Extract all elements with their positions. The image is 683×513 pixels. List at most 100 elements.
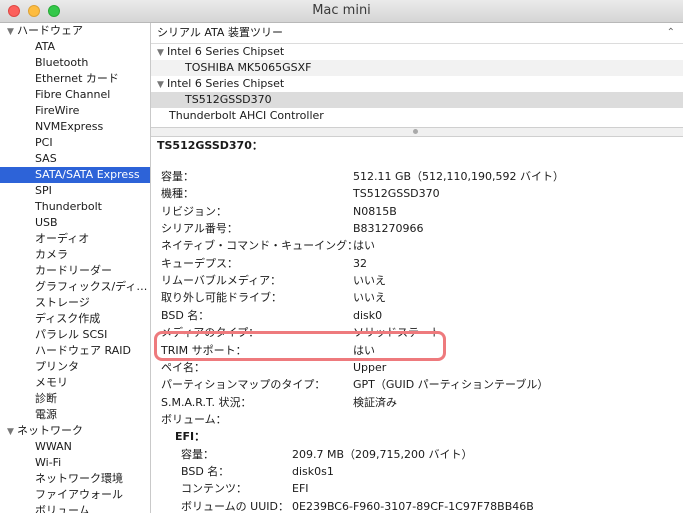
- splitter-handle-icon[interactable]: [413, 129, 418, 134]
- property-row: パーティションマップのタイプ： GPT（GUID パーティションテーブル）: [151, 376, 683, 393]
- sidebar-item[interactable]: ストレージ: [0, 295, 150, 311]
- sidebar-item[interactable]: SATA/SATA Express: [0, 167, 150, 183]
- property-key: コンテンツ：: [181, 482, 247, 496]
- property-key: メディアのタイプ：: [161, 326, 260, 340]
- sidebar-category-label: ネットワーク: [17, 424, 83, 437]
- property-value: 0E239BC6-F960-3107-89CF-1C97F78BB46B: [292, 499, 534, 513]
- property-key: ボリュームの UUID：: [181, 499, 289, 513]
- property-key: 取り外し可能ドライブ：: [161, 291, 282, 305]
- device-tree-header[interactable]: シリアル ATA 装置ツリー ⌃: [151, 23, 683, 44]
- tree-row[interactable]: ▼ Intel 6 Series Chipset: [151, 76, 683, 92]
- property-key: ネイティブ・コマンド・キューイング：: [161, 239, 359, 253]
- sidebar-item[interactable]: ハードウェア RAID: [0, 343, 150, 359]
- property-value: N0815B: [353, 204, 397, 218]
- tree-row[interactable]: TOSHIBA MK5065GSXF: [151, 60, 683, 76]
- property-row: 容量： 512.11 GB（512,110,190,592 バイト）: [151, 168, 683, 185]
- sidebar-item[interactable]: NVMExpress: [0, 119, 150, 135]
- sidebar-item[interactable]: プリンタ: [0, 359, 150, 375]
- sidebar-item[interactable]: 電源: [0, 407, 150, 423]
- property-value: TS512GSSD370: [353, 187, 440, 201]
- property-key: TRIM サポート：: [161, 343, 247, 357]
- sidebar-item[interactable]: メモリ: [0, 375, 150, 391]
- property-value: 512.11 GB（512,110,190,592 バイト）: [353, 170, 565, 183]
- tree-row-label: Thunderbolt AHCI Controller: [169, 109, 324, 122]
- sidebar-item[interactable]: Fibre Channel: [0, 87, 150, 103]
- tree-row[interactable]: ▼ Intel 6 Series Chipset: [151, 44, 683, 60]
- property-value: Upper: [353, 360, 387, 374]
- property-row: 機種： TS512GSSD370: [151, 185, 683, 202]
- tree-row-label: TOSHIBA MK5065GSXF: [185, 61, 312, 74]
- volume-name-label: EFI：: [175, 430, 206, 444]
- sidebar-item[interactable]: FireWire: [0, 103, 150, 119]
- property-key: リムーバブルメディア：: [161, 274, 282, 288]
- sidebar-item[interactable]: グラフィックス/ディ…: [0, 279, 150, 295]
- sidebar-category[interactable]: ▼ ハードウェア: [0, 23, 150, 39]
- property-row: TRIM サポート： はい: [151, 342, 683, 359]
- sidebar-item[interactable]: SAS: [0, 151, 150, 167]
- tree-row-label: Intel 6 Series Chipset: [167, 77, 285, 90]
- property-row: 取り外し可能ドライブ： いいえ: [151, 289, 683, 306]
- sidebar-item[interactable]: ATA: [0, 39, 150, 55]
- main-pane: シリアル ATA 装置ツリー ⌃ ▼ Intel 6 Series Chipset…: [151, 23, 683, 513]
- property-row: ペイ名： Upper: [151, 359, 683, 376]
- property-value: はい: [353, 239, 375, 253]
- chevron-up-icon[interactable]: ⌃: [667, 23, 675, 43]
- property-key: 機種：: [161, 187, 194, 201]
- property-value: 検証済み: [353, 395, 397, 409]
- property-key: パーティションマップのタイプ：: [161, 378, 326, 392]
- sidebar-category[interactable]: ▼ ネットワーク: [0, 423, 150, 439]
- volume-name: EFI：: [151, 428, 683, 445]
- property-value: いいえ: [353, 274, 386, 288]
- disclosure-triangle-icon[interactable]: ▼: [157, 77, 167, 93]
- sidebar-item[interactable]: ネットワーク環境: [0, 471, 150, 487]
- sidebar-item[interactable]: ディスク作成: [0, 311, 150, 327]
- property-key: ボリューム：: [161, 412, 227, 426]
- property-value: はい: [353, 343, 375, 357]
- tree-row[interactable]: Thunderbolt AHCI Controller: [151, 108, 683, 124]
- property-row: S.M.A.R.T. 状況： 検証済み: [151, 394, 683, 411]
- sidebar-item[interactable]: ボリューム: [0, 503, 150, 513]
- sidebar-item[interactable]: Thunderbolt: [0, 199, 150, 215]
- property-value: B831270966: [353, 222, 424, 236]
- property-key: ペイ名：: [161, 360, 205, 374]
- sidebar-item[interactable]: オーディオ: [0, 231, 150, 247]
- tree-row-label: TS512GSSD370: [185, 93, 272, 106]
- detail-pane: TS512GSSD370： 容量： 512.11 GB（512,110,190,5…: [151, 137, 683, 513]
- property-row: メディアのタイプ： ソリッドステート: [151, 324, 683, 341]
- sidebar-item[interactable]: パラレル SCSI: [0, 327, 150, 343]
- sidebar-item[interactable]: カードリーダー: [0, 263, 150, 279]
- sidebar-category-label: ハードウェア: [17, 24, 83, 37]
- property-key: キューデプス：: [161, 256, 238, 270]
- sidebar-item[interactable]: Bluetooth: [0, 55, 150, 71]
- window-title: Mac mini: [312, 3, 371, 18]
- property-value: disk0: [353, 308, 383, 322]
- sidebar-item[interactable]: Ethernet カード: [0, 71, 150, 87]
- sidebar-item[interactable]: Wi-Fi: [0, 455, 150, 471]
- property-key: リビジョン：: [161, 204, 227, 218]
- property-value: disk0s1: [292, 464, 334, 478]
- volume-property-row: コンテンツ： EFI: [151, 480, 683, 497]
- system-information-window: Mac mini ▼ ハードウェア ATA Bluetooth Ethernet カード…: [0, 0, 683, 513]
- title-bar: Mac mini: [0, 0, 683, 23]
- pane-splitter[interactable]: [151, 127, 683, 137]
- volume-property-row: ボリュームの UUID： 0E239BC6-F960-3107-89CF-1C97…: [151, 498, 683, 513]
- disclosure-triangle-icon[interactable]: ▼: [7, 424, 17, 439]
- sidebar-item[interactable]: SPI: [0, 183, 150, 199]
- disclosure-triangle-icon[interactable]: ▼: [7, 24, 17, 39]
- property-value: GPT（GUID パーティションテーブル）: [353, 378, 549, 392]
- property-key: 容量：: [181, 447, 214, 461]
- sidebar: ▼ ハードウェア ATA Bluetooth Ethernet カード Fibre Cha…: [0, 23, 151, 513]
- property-value: いいえ: [353, 291, 386, 305]
- sidebar-item[interactable]: ファイアウォール: [0, 487, 150, 503]
- disclosure-triangle-icon[interactable]: ▼: [157, 45, 167, 61]
- property-row: リムーバブルメディア： いいえ: [151, 272, 683, 289]
- volume-property-row: BSD 名： disk0s1: [151, 463, 683, 480]
- sidebar-item[interactable]: USB: [0, 215, 150, 231]
- tree-row[interactable]: TS512GSSD370: [151, 92, 683, 108]
- sidebar-item[interactable]: 診断: [0, 391, 150, 407]
- sidebar-item[interactable]: PCI: [0, 135, 150, 151]
- sidebar-item[interactable]: カメラ: [0, 247, 150, 263]
- property-key: S.M.A.R.T. 状況：: [161, 395, 252, 409]
- property-row: リビジョン： N0815B: [151, 203, 683, 220]
- sidebar-item[interactable]: WWAN: [0, 439, 150, 455]
